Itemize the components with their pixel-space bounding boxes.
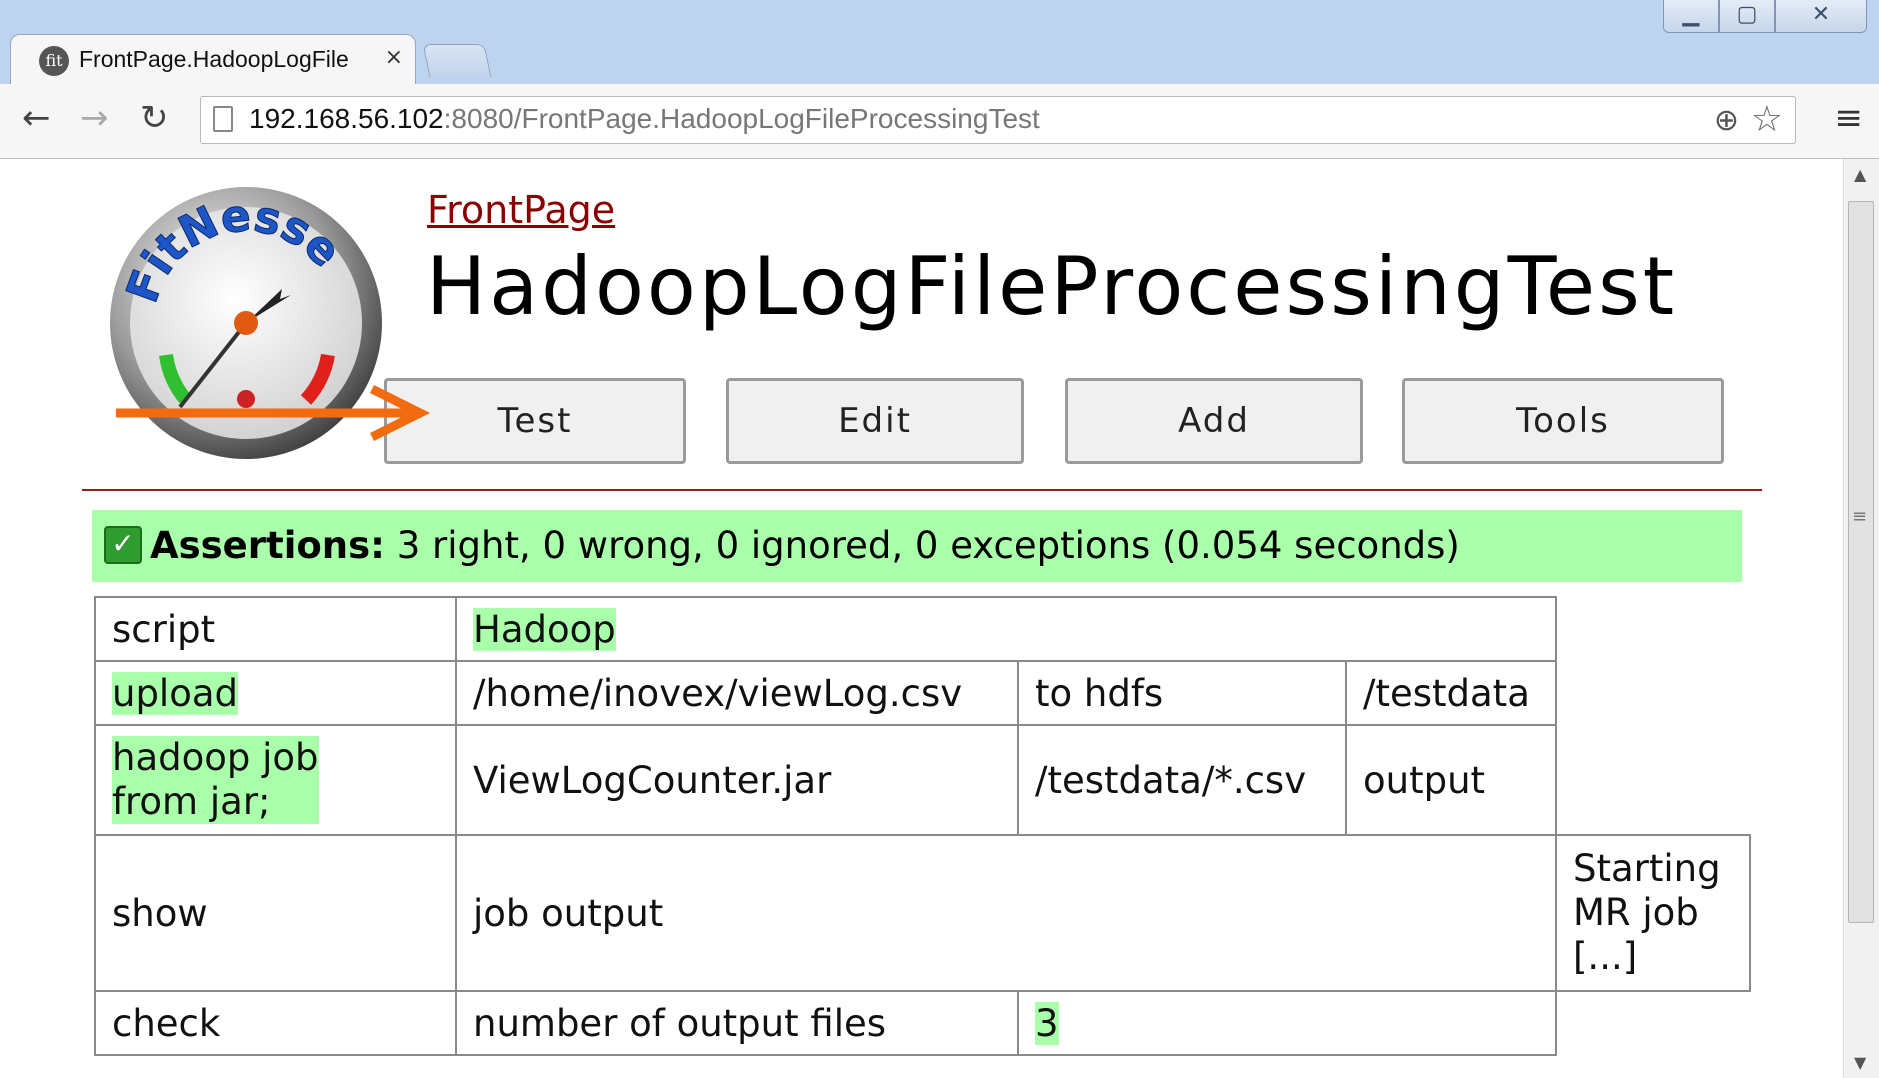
tab-close-icon[interactable]: × (385, 45, 403, 70)
table-cell: /home/inovex/viewLog.csv (455, 660, 1019, 726)
edit-button[interactable]: Edit (726, 378, 1024, 464)
cell-text-line: from jar; (112, 780, 271, 823)
breadcrumb-frontpage-link[interactable]: FrontPage (427, 188, 615, 232)
page-icon (213, 106, 233, 132)
cell-text-line: MR job (1573, 891, 1699, 934)
header-divider (82, 489, 1762, 491)
scrollbar-thumb[interactable] (1848, 201, 1874, 923)
table-cell: ViewLogCounter.jar (455, 724, 1019, 836)
cell-text: upload (112, 671, 239, 715)
new-tab-button[interactable] (422, 44, 492, 77)
empty-cell (1556, 661, 1750, 725)
cell-text: to hdfs (1035, 671, 1164, 715)
table-row: upload /home/inovex/viewLog.csv to hdfs … (94, 660, 1750, 726)
table-cell: to hdfs (1017, 660, 1347, 726)
table-cell: upload (94, 660, 457, 726)
table-row: hadoop job from jar; ViewLogCounter.jar /… (94, 724, 1750, 836)
zoom-icon[interactable]: ⊕ (1714, 103, 1739, 138)
window-titlebar: ▁ ▢ ✕ fit FrontPage.HadoopLogFile × (0, 0, 1879, 85)
cell-text: hadoop job from jar; (112, 736, 319, 824)
empty-cell (1556, 725, 1750, 835)
cell-text: /home/inovex/viewLog.csv (473, 671, 963, 715)
maximize-button[interactable]: ▢ (1719, 0, 1775, 33)
table-cell: script (94, 596, 457, 662)
assertions-counts: 3 right, 0 wrong, 0 ignored, 0 exception… (384, 524, 1460, 567)
cell-text: script (112, 607, 216, 651)
scrollbar-grip-icon: ≡ (1852, 506, 1868, 527)
back-arrow-icon[interactable]: ← (22, 96, 51, 140)
scroll-down-icon[interactable]: ▼ (1854, 1053, 1866, 1072)
scroll-up-icon[interactable]: ▲ (1854, 165, 1866, 184)
browser-tab[interactable]: fit FrontPage.HadoopLogFile × (10, 34, 416, 85)
checkmark-icon: ✓ (104, 525, 142, 564)
url-text[interactable]: 192.168.56.102:8080/FrontPage.HadoopLogF… (249, 103, 1040, 135)
vertical-scrollbar[interactable]: ▲ ≡ ▼ (1843, 159, 1879, 1078)
cell-text-line: Starting (1573, 847, 1721, 890)
add-button[interactable]: Add (1065, 378, 1363, 464)
url-host: 192.168.56.102 (249, 103, 444, 134)
tools-button[interactable]: Tools (1402, 378, 1724, 464)
bookmark-star-icon[interactable]: ☆ (1751, 99, 1783, 140)
menu-icon[interactable]: ≡ (1835, 98, 1864, 138)
cell-text: output (1363, 758, 1486, 802)
table-cell: job output (455, 834, 1557, 992)
cell-text: ViewLogCounter.jar (473, 758, 832, 802)
script-table: script Hadoop upload /home/inovex/viewLo… (94, 596, 1751, 1056)
cell-text: job output (473, 891, 664, 935)
cell-text: show (112, 891, 208, 935)
cell-text-line: [...] (1573, 935, 1638, 978)
cell-text: 3 (1035, 1001, 1059, 1045)
cell-text: check (112, 1001, 221, 1045)
table-cell: output (1345, 724, 1557, 836)
cell-text: number of output files (473, 1001, 887, 1045)
close-window-button[interactable]: ✕ (1775, 0, 1867, 33)
cell-text: /testdata/*.csv (1035, 758, 1307, 802)
table-cell: 3 (1017, 990, 1557, 1056)
table-cell: show (94, 834, 457, 992)
fitnesse-favicon-icon: fit (39, 46, 69, 76)
table-cell: /testdata (1345, 660, 1557, 726)
reload-icon[interactable]: ↻ (140, 96, 169, 140)
empty-cell (1556, 991, 1750, 1055)
window-controls: ▁ ▢ ✕ (1663, 0, 1867, 38)
cell-text-line: hadoop job (112, 736, 319, 779)
assertions-label: Assertions: (150, 524, 385, 567)
url-path: :8080/FrontPage.HadoopLogFileProcessingT… (443, 103, 1040, 134)
table-row: script Hadoop (94, 596, 1750, 662)
annotation-arrow-icon (116, 385, 431, 441)
table-cell: check (94, 990, 457, 1056)
page-title: HadoopLogFileProcessingTest (426, 240, 1678, 333)
table-cell: number of output files (455, 990, 1019, 1056)
browser-toolbar: ← → ↻ 192.168.56.102:8080/FrontPage.Hado… (0, 84, 1879, 159)
table-cell: /testdata/*.csv (1017, 724, 1347, 836)
minimize-button[interactable]: ▁ (1663, 0, 1719, 33)
table-cell: Starting MR job [...] (1555, 834, 1751, 992)
address-bar[interactable]: 192.168.56.102:8080/FrontPage.HadoopLogF… (200, 96, 1796, 144)
table-cell: Hadoop (455, 596, 1557, 662)
forward-arrow-icon[interactable]: → (80, 96, 109, 140)
table-row: check number of output files 3 (94, 990, 1750, 1056)
table-cell: hadoop job from jar; (94, 724, 457, 836)
tab-title: FrontPage.HadoopLogFile (79, 46, 349, 72)
cell-text: Hadoop (473, 607, 616, 651)
empty-cell (1556, 597, 1750, 661)
table-row: show job output Starting MR job [...] (94, 834, 1751, 992)
assertions-summary: ✓ Assertions: 3 right, 0 wrong, 0 ignored… (92, 510, 1742, 582)
cell-text: /testdata (1363, 671, 1530, 715)
cell-text: Starting MR job [...] (1573, 847, 1721, 979)
